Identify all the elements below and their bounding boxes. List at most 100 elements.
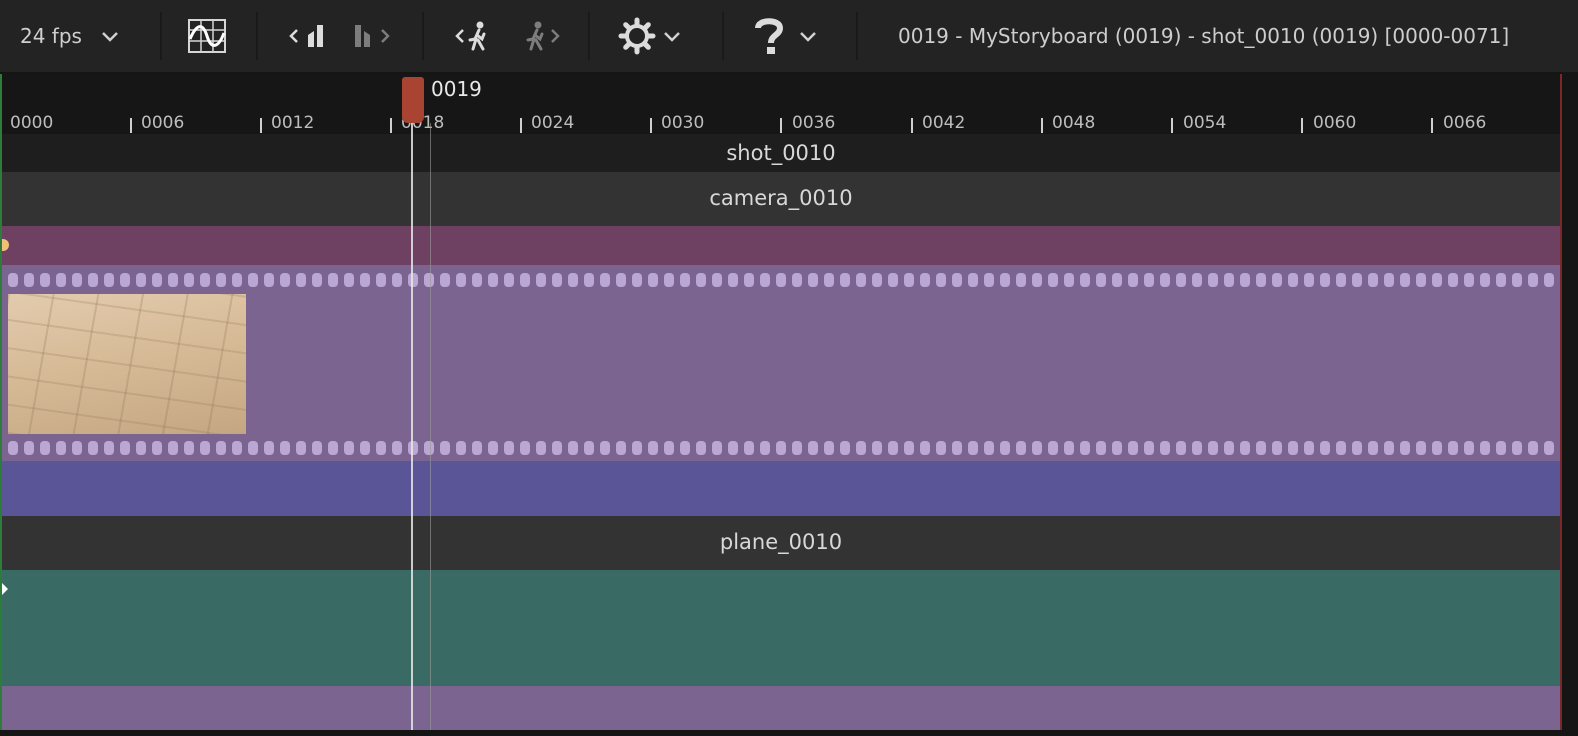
prev-key-icon <box>289 25 323 47</box>
ruler-tick <box>911 118 913 133</box>
perforation-hole <box>584 441 594 455</box>
perforation-hole <box>24 273 34 287</box>
camera-key-band[interactable] <box>2 226 1560 265</box>
perforation-hole <box>1272 273 1282 287</box>
perforation-hole <box>1032 273 1042 287</box>
perforation-hole <box>1096 441 1106 455</box>
perforation-hole <box>1000 441 1010 455</box>
perforation-hole <box>920 273 930 287</box>
perforation-hole <box>1384 273 1394 287</box>
perforation-hole <box>312 441 322 455</box>
perforation-hole <box>840 273 850 287</box>
ruler-tick <box>260 118 262 133</box>
plane-key-band[interactable] <box>2 570 1560 686</box>
help-button[interactable] <box>754 0 818 72</box>
perforation-hole <box>744 441 754 455</box>
perforation-hole <box>728 441 738 455</box>
perforation-hole <box>1016 441 1026 455</box>
perforation-hole <box>1368 273 1378 287</box>
perforation-hole <box>456 273 466 287</box>
section-start-marker[interactable] <box>2 583 8 595</box>
perforation-hole <box>344 441 354 455</box>
gear-icon <box>618 17 656 55</box>
fps-label: 24 fps <box>20 24 82 48</box>
perforation-hole <box>1064 441 1074 455</box>
perforation-hole <box>440 273 450 287</box>
curve-editor-button[interactable] <box>188 0 226 72</box>
perforation-hole <box>1432 273 1442 287</box>
ruler-tick-label: 0006 <box>141 113 185 133</box>
end-range-marker[interactable] <box>1560 74 1562 730</box>
perforation-hole <box>1112 441 1122 455</box>
perforation-hole <box>1400 441 1410 455</box>
perforation-hole <box>328 441 338 455</box>
perforation-hole <box>856 273 866 287</box>
shot-track[interactable]: shot_0010 <box>2 134 1560 172</box>
perforation-hole <box>936 273 946 287</box>
playhead-handle[interactable] <box>402 77 424 123</box>
perforation-hole <box>776 441 786 455</box>
perforation-hole <box>1224 441 1234 455</box>
perforation-hole <box>424 441 434 455</box>
perforation-hole <box>1320 441 1330 455</box>
perforation-hole <box>1048 273 1058 287</box>
perforation-hole <box>1080 441 1090 455</box>
camera-track[interactable]: camera_0010 <box>2 172 1560 226</box>
playhead-line[interactable] <box>411 123 413 730</box>
perforation-hole <box>1176 441 1186 455</box>
perforation-hole <box>664 273 674 287</box>
perforation-hole <box>40 273 50 287</box>
ruler-tick <box>1431 118 1433 133</box>
perforation-hole <box>440 441 450 455</box>
prev-key-button[interactable] <box>288 0 328 72</box>
fps-selector[interactable]: 24 fps <box>20 0 120 72</box>
perforation-hole <box>808 273 818 287</box>
perforation-hole <box>552 273 562 287</box>
perforation-hole <box>728 273 738 287</box>
perforation-hole <box>936 441 946 455</box>
blue-track-band[interactable] <box>2 461 1560 516</box>
help-icon <box>755 18 784 54</box>
perforation-hole <box>392 441 402 455</box>
perforation-hole <box>8 273 18 287</box>
perforation-hole <box>776 273 786 287</box>
perforation-hole <box>104 441 114 455</box>
perforation-hole <box>376 273 386 287</box>
perforation-hole <box>24 441 34 455</box>
perforation-hole <box>408 273 418 287</box>
ruler-tick <box>650 118 652 133</box>
ruler-tick <box>780 118 782 133</box>
perforation-hole <box>1448 441 1458 455</box>
bottom-track-band[interactable] <box>2 686 1560 730</box>
storyboard-thumbnail[interactable] <box>8 294 246 434</box>
settings-button[interactable] <box>618 0 682 72</box>
chevron-down-icon <box>664 32 680 42</box>
perforation-hole <box>1224 273 1234 287</box>
perforation-hole <box>1544 273 1554 287</box>
plane-track[interactable]: plane_0010 <box>2 516 1560 570</box>
perforation-hole <box>680 273 690 287</box>
perforation-hole <box>1464 441 1474 455</box>
perforation-hole <box>1320 273 1330 287</box>
perforation-hole <box>920 441 930 455</box>
next-key-button[interactable] <box>352 0 392 72</box>
perforation-hole <box>1192 273 1202 287</box>
perforation-hole <box>1528 273 1538 287</box>
ruler-tick <box>390 118 392 133</box>
next-key-icon <box>355 25 390 47</box>
perforation-hole <box>200 441 210 455</box>
next-shot-button[interactable] <box>522 0 562 72</box>
perforation-hole <box>72 441 82 455</box>
perforation-hole <box>1304 273 1314 287</box>
prev-shot-icon <box>455 21 486 51</box>
perforation-hole <box>1256 273 1266 287</box>
perforation-hole <box>856 441 866 455</box>
start-range-marker[interactable] <box>0 74 2 730</box>
playhead-shadow-line <box>430 123 431 730</box>
perforation-hole <box>152 273 162 287</box>
perforation-hole <box>600 273 610 287</box>
perforation-hole <box>872 273 882 287</box>
perforation-hole <box>152 441 162 455</box>
prev-shot-button[interactable] <box>454 0 494 72</box>
perforation-hole <box>824 441 834 455</box>
